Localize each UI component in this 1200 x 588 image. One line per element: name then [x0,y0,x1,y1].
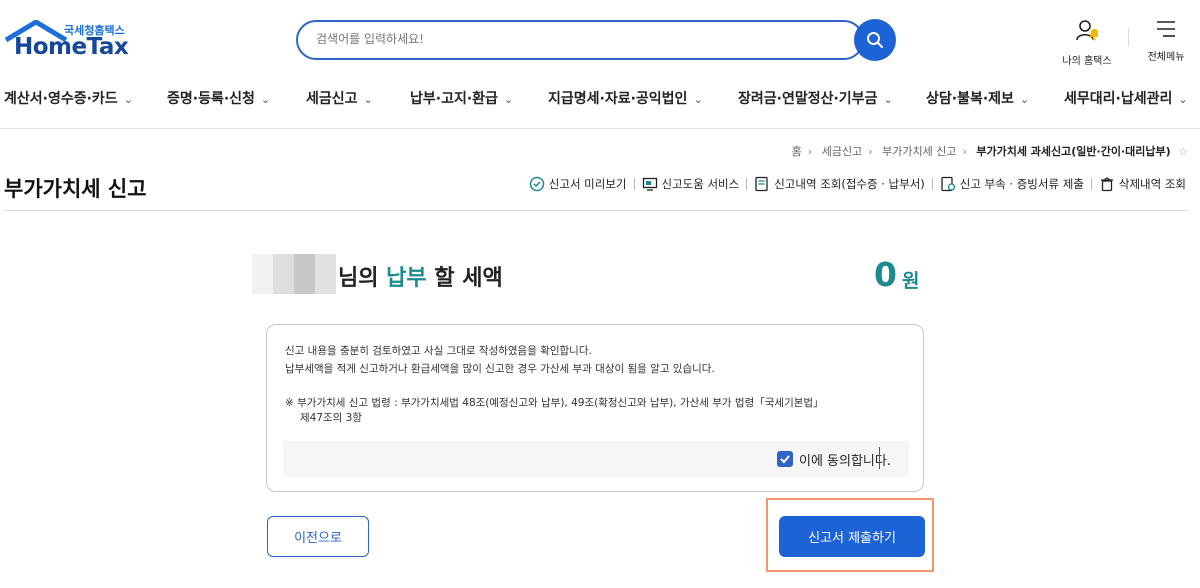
chevron-down-icon: ⌄ [883,93,893,106]
submit-report-button[interactable]: 신고서 제출하기 [779,516,925,557]
chevron-down-icon: ⌄ [1019,93,1030,106]
agree-label[interactable]: 이에 동의합니다. [799,450,891,469]
search-input[interactable] [316,32,836,46]
gnb-item-invoice[interactable]: 계산서·영수증·카드 ⌄ [4,88,133,108]
deleted-history-button[interactable]: 삭제내역 조회 [1099,176,1186,192]
notice-line-2: 납부세액을 적게 신고하거나 환급세액을 많이 신고한 경우 가산세 부과 대상… [285,363,715,375]
gnb-item-statements[interactable]: 지급명세·자료·공익법인 ⌄ [548,88,703,108]
currency-unit: 원 [902,270,920,292]
main-navigation: 계산서·영수증·카드 ⌄ 증명·등록·신청 ⌄ 세금신고 ⌄ 납부·고지·환급 ⌄ 지급… [0,84,1200,114]
hamburger-menu-icon [1157,21,1175,37]
breadcrumb-vat-report[interactable]: 부가가치세 신고 [882,145,956,158]
divider [0,128,1200,129]
chevron-down-icon: ⌄ [503,93,514,106]
divider [4,210,1188,211]
agree-checkbox[interactable] [777,451,793,467]
help-monitor-icon [642,177,657,191]
header-divider [1128,28,1129,46]
breadcrumb-home[interactable]: 홈 [792,145,802,158]
search-button[interactable] [854,19,896,61]
attachment-submit-button[interactable]: 신고 부속 · 증빙서류 제출 [940,176,1084,192]
breadcrumb-tax-report[interactable]: 세금신고 [822,145,862,158]
chevron-down-icon: ⌄ [363,93,373,106]
search-icon [867,32,883,48]
report-history-button[interactable]: 신고내역 조회(접수증 · 납부서) [754,176,925,192]
all-menu-button[interactable]: 전체메뉴 [1140,18,1192,63]
gnb-item-tax-agent[interactable]: 세무대리·납세관리 ⌄ [1064,88,1188,108]
payment-keyword: 납부 [386,266,427,291]
agree-row: 이에 동의합니다. [283,441,909,477]
law-reference: ※ 부가가치세 신고 법령 : 부가가치세법 48조(예정신고와 납부), 49… [285,397,824,409]
gnb-item-tax-report[interactable]: 세금신고 ⌄ [306,88,373,108]
payment-amount-label: 님의 납부 할 세액 [338,266,503,291]
breadcrumb: 홈 › 세금신고 › 부가가치세 신고 › 부가가치세 과세신고(일반·간이·대리납부… [791,145,1188,158]
brand-english: HomeTax [14,34,129,60]
preview-report-button[interactable]: 신고서 미리보기 [529,176,627,192]
notice-line-1: 신고 내용을 충분히 검토하였고 사실 그대로 작성하였음을 확인합니다. [285,345,592,357]
check-icon [780,455,790,464]
law-reference-cont: 제47조의 3항 [300,412,363,424]
hometax-logo[interactable]: 국세청홈택스 HomeTax [4,20,134,64]
my-hometax-button[interactable]: 나의 홈택스 [1056,18,1118,67]
breadcrumb-current: 부가가치세 과세신고(일반·간이·대리납부) [976,145,1171,158]
chevron-down-icon: ⌄ [123,93,133,106]
chevron-down-icon: ⌄ [1178,93,1188,106]
search-box [296,20,864,60]
chevron-down-icon: ⌄ [260,93,271,106]
my-hometax-label: 나의 홈택스 [1062,56,1112,67]
redacted-username [252,254,336,294]
gnb-item-incentive[interactable]: 장려금·연말정산·기부금 ⌄ [738,88,893,108]
help-service-button[interactable]: 신고도움 서비스 [642,176,739,192]
page-toolbar: 신고서 미리보기 신고도움 서비스 신고내역 조회(접수증 · 납부서) 신고 … [529,176,1186,192]
gnb-item-payment[interactable]: 납부·고지·환급 ⌄ [410,88,513,108]
user-bell-icon [1076,20,1098,41]
history-icon [755,176,768,192]
confirmation-notice: 신고 내용을 충분히 검토하였고 사실 그대로 작성하였음을 확인합니다. 납부… [266,324,924,492]
trash-icon [1100,177,1113,192]
all-menu-label: 전체메뉴 [1147,52,1185,63]
chevron-down-icon: ⌄ [693,93,703,106]
gnb-item-consult[interactable]: 상담·불복·제보 ⌄ [926,88,1029,108]
previous-button[interactable]: 이전으로 [267,516,369,557]
preview-icon [529,176,545,192]
text-cursor [879,447,880,469]
page-title: 부가가치세 신고 [4,177,147,201]
favorite-star-icon[interactable]: ☆ [1178,145,1188,158]
document-upload-icon [941,176,955,192]
gnb-item-certificate[interactable]: 증명·등록·신청 ⌄ [167,88,270,108]
payment-amount-value: 0 [874,255,897,294]
